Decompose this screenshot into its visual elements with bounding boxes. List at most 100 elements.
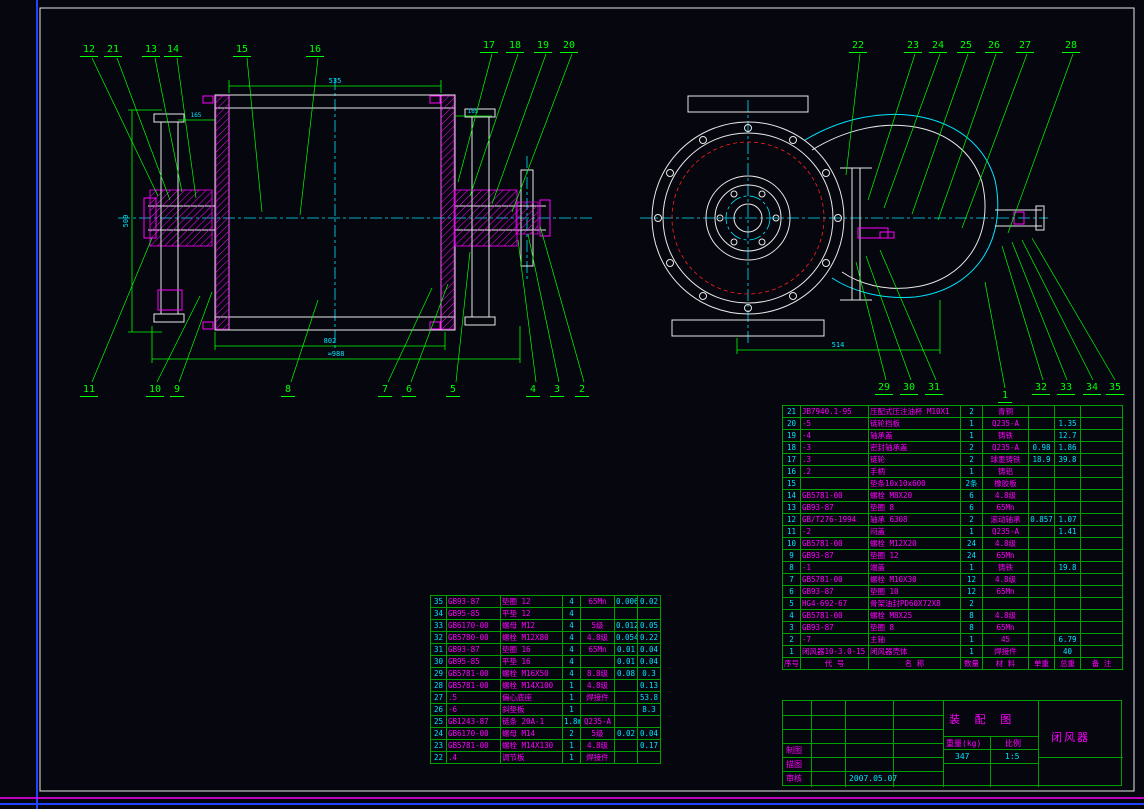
table-cell: 1.86 bbox=[1055, 442, 1081, 454]
table-cell: 24 bbox=[961, 538, 983, 550]
table-cell: 2 bbox=[961, 454, 983, 466]
table-cell: Q235-A bbox=[581, 716, 615, 728]
table-cell: 螺母 M14 bbox=[501, 728, 563, 740]
table-cell: 4 bbox=[563, 608, 581, 620]
bom-table-left: 35GB93-87垫圈 12465Mn0.0060.0234GB95-85平垫 … bbox=[430, 595, 661, 764]
table-cell: 0.006 bbox=[615, 596, 638, 608]
bom-row: 19-4轴承盖1铸铁12.7 bbox=[783, 430, 1123, 442]
table-cell: 1.07 bbox=[1055, 514, 1081, 526]
table-cell: 30 bbox=[431, 656, 447, 668]
callout-30: 30 bbox=[900, 382, 918, 395]
table-cell: 26 bbox=[431, 704, 447, 716]
table-cell bbox=[1081, 514, 1123, 526]
table-cell: JB7940.1-95 bbox=[801, 406, 869, 418]
dim-drum-height: 500 bbox=[122, 215, 130, 228]
table-cell: 0.857 bbox=[1029, 514, 1055, 526]
table-cell: 6 bbox=[961, 490, 983, 502]
table-cell: 垫圈 12 bbox=[869, 550, 961, 562]
bom-row: 10GB5781-00螺栓 M12X20244.8级 bbox=[783, 538, 1123, 550]
table-cell bbox=[1081, 502, 1123, 514]
dim-left-offset: 165 bbox=[191, 112, 202, 119]
table-cell: 15 bbox=[783, 478, 801, 490]
table-cell: 铸铁 bbox=[983, 430, 1029, 442]
table-cell bbox=[615, 740, 638, 752]
table-cell: 焊接件 bbox=[581, 752, 615, 764]
table-cell: 骨架油封PD60X72X8 bbox=[869, 598, 961, 610]
table-cell: 12.7 bbox=[1055, 430, 1081, 442]
bom-row: 34GB95-85平垫 124 bbox=[431, 608, 661, 620]
table-cell: GB1243-87 bbox=[447, 716, 501, 728]
table-cell bbox=[1055, 574, 1081, 586]
table-cell bbox=[615, 752, 638, 764]
table-cell: 0.05 bbox=[638, 620, 661, 632]
table-cell: GB5781-00 bbox=[801, 610, 869, 622]
table-cell: 4.8级 bbox=[581, 740, 615, 752]
table-cell: GB/T276-1994 bbox=[801, 514, 869, 526]
table-cell: 0.01 bbox=[615, 656, 638, 668]
table-cell: 螺栓 M16X50 bbox=[501, 668, 563, 680]
table-cell: 8 bbox=[961, 610, 983, 622]
table-cell bbox=[1081, 406, 1123, 418]
table-cell: 闭风器壳体 bbox=[869, 646, 961, 658]
bom-row: 25GB1243-87链条 20A-11.8mQ235-A bbox=[431, 716, 661, 728]
table-cell: HG4-692-67 bbox=[801, 598, 869, 610]
right-view-housing bbox=[640, 96, 1048, 346]
table-cell: .2 bbox=[801, 466, 869, 478]
callout-8: 8 bbox=[281, 384, 295, 397]
bom-row: 33GB6170-00螺母 M1245级0.0120.05 bbox=[431, 620, 661, 632]
table-cell: 12 bbox=[783, 514, 801, 526]
table-cell: 铸铝 bbox=[983, 466, 1029, 478]
table-cell: 单重 bbox=[1029, 658, 1055, 670]
callout-10: 10 bbox=[146, 384, 164, 397]
table-cell bbox=[638, 752, 661, 764]
table-cell: Q235-A bbox=[983, 526, 1029, 538]
table-cell: 0.08 bbox=[615, 668, 638, 680]
bom-row: 14GB5781-00螺栓 M8X2064.8级 bbox=[783, 490, 1123, 502]
callout-31: 31 bbox=[925, 382, 943, 395]
table-cell bbox=[1055, 406, 1081, 418]
scale-label: 比例 bbox=[1005, 738, 1021, 749]
table-cell bbox=[1055, 586, 1081, 598]
table-cell: 29 bbox=[431, 668, 447, 680]
dim-housing-span: 514 bbox=[832, 341, 845, 349]
table-cell bbox=[1029, 478, 1055, 490]
table-cell bbox=[983, 598, 1029, 610]
callout-4: 4 bbox=[526, 384, 540, 397]
table-cell bbox=[1029, 466, 1055, 478]
callout-25: 25 bbox=[957, 40, 975, 53]
table-cell: GB6170-00 bbox=[447, 620, 501, 632]
right-bearing-block bbox=[455, 190, 517, 246]
table-cell: -7 bbox=[801, 634, 869, 646]
table-cell bbox=[615, 704, 638, 716]
callout-28: 28 bbox=[1062, 40, 1080, 53]
dim-overall-span: ≈988 bbox=[328, 350, 345, 358]
table-cell: 0.22 bbox=[638, 632, 661, 644]
table-cell bbox=[1029, 586, 1055, 598]
bom-row: 27.5偏心底座1焊接件53.8 bbox=[431, 692, 661, 704]
table-cell: 4.8级 bbox=[581, 632, 615, 644]
table-cell: 6.79 bbox=[1055, 634, 1081, 646]
table-cell: 橡胶板 bbox=[983, 478, 1029, 490]
table-cell: 65Mn bbox=[983, 502, 1029, 514]
table-cell: 焊接件 bbox=[581, 692, 615, 704]
table-cell: GB95-85 bbox=[447, 608, 501, 620]
table-cell: 1 bbox=[563, 704, 581, 716]
table-cell: 19 bbox=[783, 430, 801, 442]
table-cell bbox=[1029, 430, 1055, 442]
table-cell: 1 bbox=[783, 646, 801, 658]
table-cell bbox=[638, 716, 661, 728]
callout-11: 11 bbox=[80, 384, 98, 397]
callout-23: 23 bbox=[904, 40, 922, 53]
table-cell: GB93-87 bbox=[801, 586, 869, 598]
table-cell: 4.8级 bbox=[983, 538, 1029, 550]
table-cell: 32 bbox=[431, 632, 447, 644]
callout-3: 3 bbox=[550, 384, 564, 397]
dim-base-span: 802 bbox=[324, 337, 337, 345]
bom-row: 13GB93-87垫圈 8665Mn bbox=[783, 502, 1123, 514]
table-cell: 34 bbox=[431, 608, 447, 620]
table-cell: 0.17 bbox=[638, 740, 661, 752]
table-cell bbox=[615, 680, 638, 692]
table-cell: 7 bbox=[783, 574, 801, 586]
bom-row: 30GB95-85平垫 1640.010.04 bbox=[431, 656, 661, 668]
table-cell bbox=[1055, 598, 1081, 610]
